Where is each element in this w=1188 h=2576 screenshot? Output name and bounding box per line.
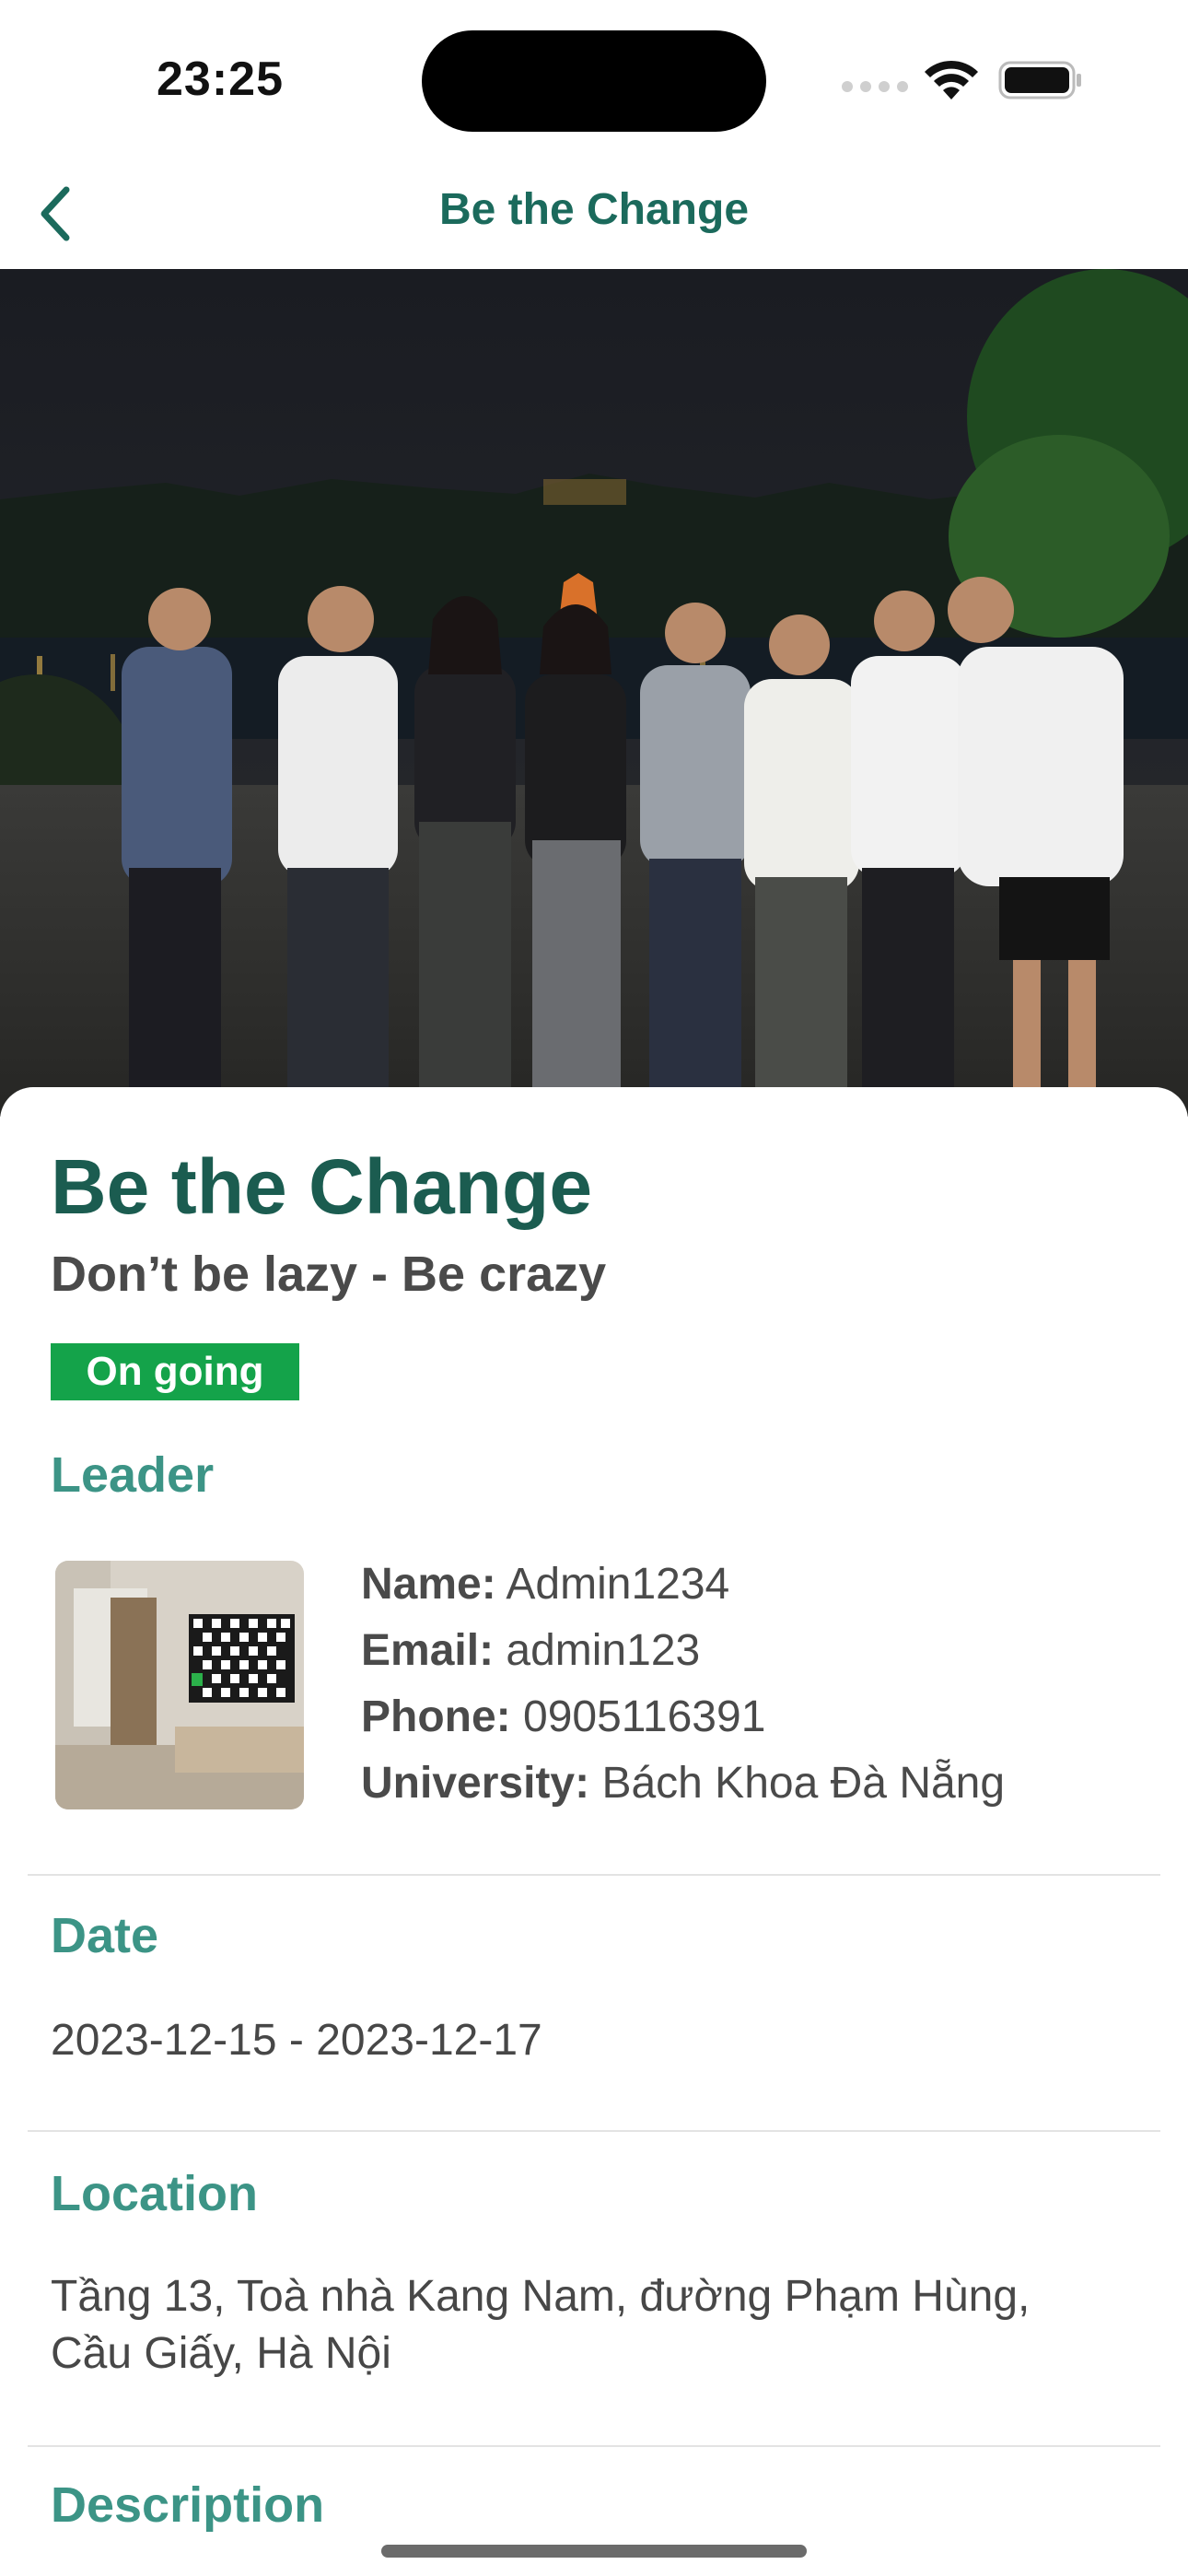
leader-university-label: University: (361, 1759, 590, 1808)
description-heading: Description (51, 2477, 325, 2533)
date-heading: Date (51, 1908, 159, 1963)
dynamic-island (422, 30, 766, 132)
leader-name: Admin1234 (506, 1560, 730, 1609)
status-bar: 23:25 (0, 0, 1188, 157)
leader-phone: 0905116391 (523, 1692, 766, 1741)
leader-name-row: Name: Admin1234 (361, 1559, 729, 1610)
project-cover-photo (0, 269, 1188, 1117)
leader-university: Bách Khoa Đà Nẵng (601, 1759, 1006, 1808)
leader-heading: Leader (51, 1447, 215, 1503)
divider (28, 2445, 1160, 2447)
leader-email-label: Email: (361, 1626, 495, 1675)
home-indicator[interactable] (381, 2545, 807, 2558)
date-value: 2023-12-15 - 2023-12-17 (51, 2016, 542, 2065)
project-detail-card: Be the Change Don’t be lazy - Be crazy O… (0, 1087, 1188, 2576)
divider (28, 2130, 1160, 2132)
leader-university-row: University: Bách Khoa Đà Nẵng (361, 1758, 1005, 1809)
leader-phone-label: Phone: (361, 1692, 511, 1741)
project-title: Be the Change (51, 1143, 593, 1230)
leader-email: admin123 (506, 1626, 701, 1675)
nav-title: Be the Change (438, 185, 750, 234)
leader-avatar (55, 1561, 304, 1809)
navigation-bar: Be the Change (0, 157, 1188, 269)
leader-phone-row: Phone: 0905116391 (361, 1692, 765, 1742)
leader-name-label: Name: (361, 1560, 496, 1609)
status-time: 23:25 (157, 53, 284, 106)
cellular-signal-icon (842, 81, 908, 92)
status-badge: On going (51, 1343, 299, 1400)
wifi-icon (925, 60, 978, 100)
divider (28, 1874, 1160, 1876)
project-slogan: Don’t be lazy - Be crazy (51, 1247, 607, 1302)
location-heading: Location (51, 2166, 258, 2221)
location-line-2: Cầu Giấy, Hà Nội (51, 2329, 391, 2378)
leader-email-row: Email: admin123 (361, 1625, 700, 1676)
battery-icon (998, 61, 1081, 100)
location-line-1: Tầng 13, Toà nhà Kang Nam, đường Phạm Hù… (51, 2272, 1031, 2321)
